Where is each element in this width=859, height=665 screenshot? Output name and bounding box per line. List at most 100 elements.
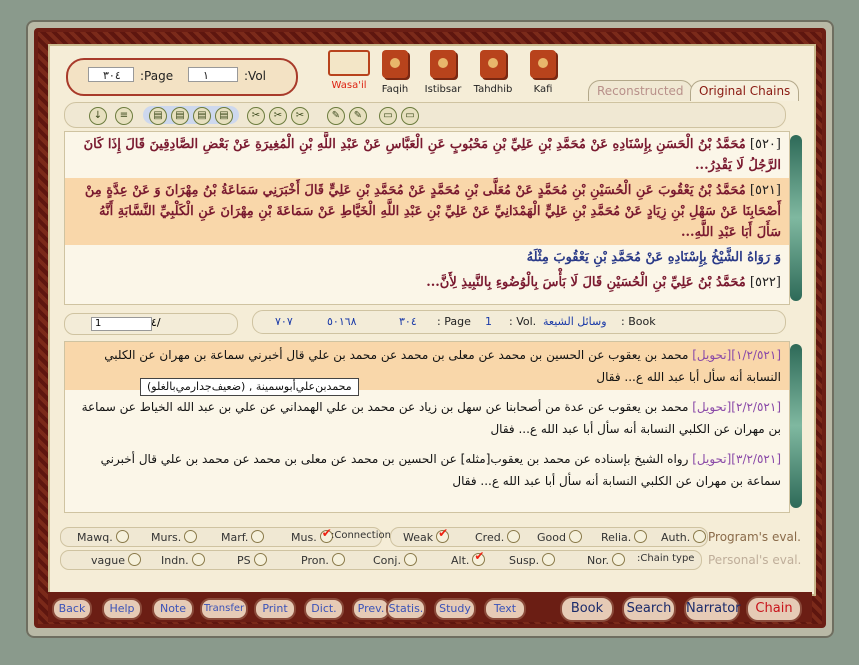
scrollbar[interactable] [790, 135, 802, 301]
radio-icon [568, 530, 582, 543]
radio-pron[interactable]: Pron. [301, 553, 345, 567]
radio-icon [507, 530, 521, 543]
book-label: Wasa'il [331, 80, 367, 91]
book-istibsar[interactable]: Istibsar [422, 50, 464, 95]
hadith-paragraph-highlighted: [٥٢١] مُحَمَّدُ بْنُ يَعْقُوبَ عَنِ الْح… [65, 178, 789, 245]
open-book-icon [328, 50, 370, 76]
program-eval-row: Weak Cred. Good Relia. Auth. [390, 526, 708, 547]
print-button[interactable]: Print [254, 598, 296, 620]
scrollbar[interactable] [790, 344, 802, 508]
page-icon[interactable]: ▭ [401, 107, 419, 125]
connection-label: :Connection [331, 530, 391, 541]
chain-tag: [٣/٢/٥٢١][تحويل] [692, 452, 781, 466]
dict-button[interactable]: Dict. [304, 598, 344, 620]
radio-icon [611, 553, 625, 566]
radio-label: Good [537, 531, 566, 544]
chain-button[interactable]: Chain [746, 596, 802, 622]
radio-label: vague [91, 554, 125, 567]
align-icon[interactable]: ▤ [193, 107, 211, 125]
search-button[interactable]: Search [622, 596, 676, 622]
back-button[interactable]: Back [52, 598, 92, 620]
page-icon[interactable]: ▭ [379, 107, 397, 125]
scissors-icon[interactable]: ✂ [247, 107, 265, 125]
text-toolbar: ↓ ≡ ▤ ▤ ▤ ▤ ✂ ✂ ✂ ✎ ✎ ▭ ▭ [64, 102, 786, 128]
chain-text: رواه الشيخ بإسناده عن محمد بن يعقوب[مثله… [100, 452, 781, 488]
radio-label: Mawq. [77, 531, 113, 544]
vol-input[interactable]: ١ [188, 67, 238, 82]
tab-original-chains[interactable]: Original Chains [690, 80, 800, 101]
radio-label: PS [237, 554, 251, 567]
scissors-icon[interactable]: ✂ [269, 107, 287, 125]
radio-alt[interactable]: Alt. [451, 549, 486, 567]
radio-marf[interactable]: Marf. [221, 530, 265, 544]
narrator-tooltip: محمدبن‌علي‌أبوسمينة , (ضعيف‌جدا‌رمي‌بالغ… [140, 378, 359, 396]
pager-total: ٤/ [151, 316, 161, 329]
download-icon[interactable]: ↓ [89, 107, 107, 125]
radio-good[interactable]: Good [537, 530, 582, 544]
radio-conj[interactable]: Conj. [373, 553, 417, 567]
book-tahdhib[interactable]: Tahdhib [472, 50, 514, 95]
radio-mawq[interactable]: Mawq. [77, 530, 129, 544]
radio-vague[interactable]: vague [91, 553, 141, 567]
transfer-button[interactable]: Transfer [200, 598, 248, 620]
radio-murs[interactable]: Murs. [151, 530, 198, 544]
chain-item[interactable]: [٢/٢/٥٢١][تحويل] محمد بن يعقوب عن عدة من… [65, 394, 789, 442]
radio-susp[interactable]: Susp. [509, 553, 556, 567]
program-eval-label: Program's eval. [708, 530, 801, 544]
radio-indn[interactable]: Indn. [161, 553, 205, 567]
book-button[interactable]: Book [560, 596, 614, 622]
radio-nor[interactable]: Nor. [587, 553, 625, 567]
align-icon[interactable]: ▤ [215, 107, 233, 125]
hadith-number: [٥٢٠] [749, 137, 781, 152]
radio-icon [127, 553, 141, 566]
connection-eval-row: Mawq. Murs. Marf. Mus. :Connection [60, 526, 391, 547]
hadith-text: مُحَمَّدُ بْنُ الْحَسَنِ بِإِسْنَادِهِ ع… [83, 137, 781, 173]
radio-cred[interactable]: Cred. [475, 530, 521, 544]
study-button[interactable]: Study [434, 598, 476, 620]
check-icon [472, 549, 486, 566]
book-faqih[interactable]: Faqih [378, 50, 412, 95]
hadith-text: وَ رَوَاهُ الشَّيْخُ بِإِسْنَادِهِ عَنْ … [526, 250, 781, 265]
radio-label: Relia. [601, 531, 632, 544]
radio-auth[interactable]: Auth. [661, 530, 707, 544]
tab-reconstructed[interactable]: Reconstructed [588, 80, 693, 101]
radio-ps[interactable]: PS [237, 553, 267, 567]
book-icon [430, 50, 456, 78]
text-button[interactable]: Text [484, 598, 526, 620]
scissors-icon[interactable]: ✂ [291, 107, 309, 125]
pager-current-input[interactable]: 1 [91, 317, 152, 331]
radio-mus[interactable]: Mus. [291, 526, 333, 544]
hadith-paragraph: [٥٢٢] مُحَمَّدُ بْنُ عَلِيِّ بْنِ الْحُس… [65, 270, 789, 295]
pin-icon[interactable]: ✎ [327, 107, 345, 125]
pin-icon[interactable]: ✎ [349, 107, 367, 125]
hadith-text: مُحَمَّدُ بْنُ يَعْقُوبَ عَنِ الْحُسَيْن… [84, 183, 781, 240]
page-label: :Page [140, 69, 174, 83]
radio-weak[interactable]: Weak [403, 526, 450, 544]
chain-pager: 1 ٤/ [64, 313, 238, 335]
narrator-button[interactable]: Narrator [684, 596, 741, 622]
prev-button[interactable]: Prev. [352, 598, 390, 620]
help-button[interactable]: Help [102, 598, 142, 620]
align-icon[interactable]: ▤ [149, 107, 167, 125]
radio-icon [253, 553, 267, 566]
hadith-text-area[interactable]: [٥٢٠] مُحَمَّدُ بْنُ الْحَسَنِ بِإِسْنَا… [64, 131, 790, 305]
align-icon[interactable]: ▤ [171, 107, 189, 125]
vol-label: :Vol [244, 69, 266, 83]
chains-area[interactable]: [١/٢/٥٢١][تحويل] محمد بن يعقوب عن الحسين… [64, 341, 790, 513]
statis-button[interactable]: Statis. [386, 598, 426, 620]
info-vol-value: 1 [485, 315, 492, 328]
chain-item[interactable]: [٣/٢/٥٢١][تحويل] رواه الشيخ بإسناده عن م… [65, 446, 789, 494]
info-book-label: : Book [621, 315, 656, 328]
radio-icon [191, 553, 205, 566]
radio-icon [115, 530, 129, 543]
radio-icon [693, 530, 707, 543]
radio-relia[interactable]: Relia. [601, 530, 648, 544]
hadith-paragraph: [٥٢٠] مُحَمَّدُ بْنُ الْحَسَنِ بِإِسْنَا… [65, 132, 789, 178]
list-icon[interactable]: ≡ [115, 107, 133, 125]
book-wasail[interactable]: Wasa'il [324, 50, 374, 91]
page-input[interactable]: ٣٠٤ [88, 67, 134, 82]
book-kafi[interactable]: Kafi [528, 50, 558, 95]
note-button[interactable]: Note [152, 598, 194, 620]
radio-icon [251, 530, 265, 543]
book-label: Istibsar [424, 84, 462, 95]
